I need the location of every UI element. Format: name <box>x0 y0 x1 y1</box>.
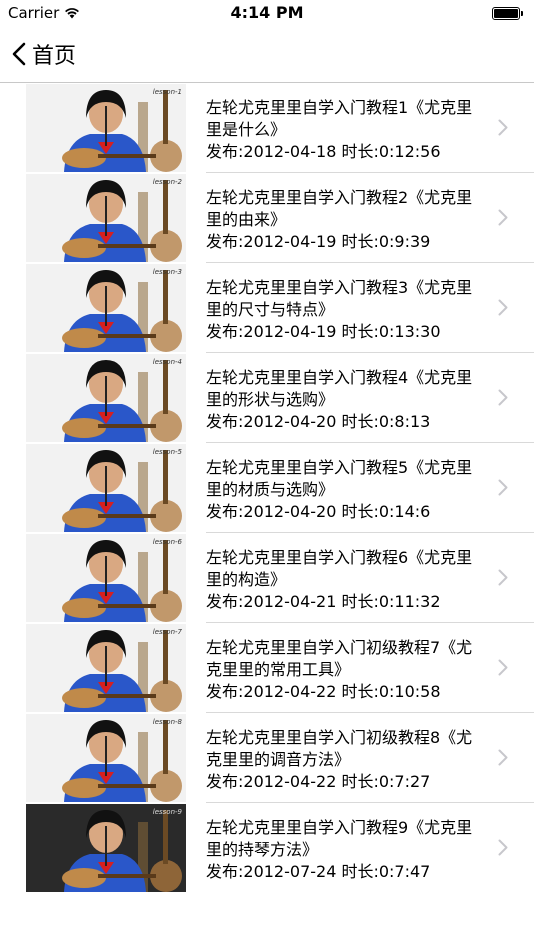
video-list-item[interactable]: lesson-7 左轮尤克里里自学入门初级教程7《尤克里里的常用工具》发布:201… <box>0 623 534 713</box>
lesson-badge: lesson-8 <box>153 718 183 726</box>
video-text: 左轮尤克里里自学入门初级教程7《尤克里里的常用工具》发布:2012-04-22 … <box>206 637 486 703</box>
chevron-right-icon <box>498 209 508 226</box>
video-text: 左轮尤克里里自学入门教程6《尤克里里的构造》发布:2012-04-21 时长:0… <box>206 547 486 613</box>
video-list-item[interactable]: lesson-3 左轮尤克里里自学入门教程3《尤克里里的尺寸与特点》发布:2012… <box>0 263 534 353</box>
video-meta: 发布:2012-04-18 时长:0:12:56 <box>206 142 441 161</box>
video-thumbnail: lesson-6 <box>26 534 186 622</box>
lesson-badge: lesson-9 <box>153 808 183 816</box>
status-time: 4:14 PM <box>230 3 304 22</box>
lesson-badge: lesson-1 <box>153 88 182 96</box>
video-title: 左轮尤克里里自学入门初级教程8《尤克里里的调音方法》 <box>206 728 473 769</box>
status-bar: Carrier 4:14 PM <box>0 0 534 28</box>
video-title: 左轮尤克里里自学入门教程2《尤克里里的由来》 <box>206 188 473 229</box>
back-button[interactable]: 首页 <box>12 38 76 70</box>
video-meta: 发布:2012-04-21 时长:0:11:32 <box>206 592 441 611</box>
chevron-right-icon <box>498 749 508 766</box>
video-text: 左轮尤克里里自学入门教程9《尤克里里的持琴方法》发布:2012-07-24 时长… <box>206 817 486 883</box>
video-list-item[interactable]: lesson-5 左轮尤克里里自学入门教程5《尤克里里的材质与选购》发布:2012… <box>0 443 534 533</box>
video-title: 左轮尤克里里自学入门教程9《尤克里里的持琴方法》 <box>206 818 473 859</box>
video-meta: 发布:2012-04-20 时长:0:8:13 <box>206 412 431 431</box>
lesson-badge: lesson-5 <box>153 448 183 456</box>
chevron-right-icon <box>498 839 508 856</box>
video-text: 左轮尤克里里自学入门初级教程8《尤克里里的调音方法》发布:2012-04-22 … <box>206 727 486 793</box>
video-list-item[interactable]: lesson-9 左轮尤克里里自学入门教程9《尤克里里的持琴方法》发布:2012-… <box>0 803 534 893</box>
video-list-item[interactable]: lesson-6 左轮尤克里里自学入门教程6《尤克里里的构造》发布:2012-04… <box>0 533 534 623</box>
back-label: 首页 <box>32 44 77 69</box>
navigation-bar: 首页 <box>0 28 534 83</box>
lesson-badge: lesson-6 <box>153 538 183 546</box>
lesson-badge: lesson-7 <box>153 628 183 636</box>
video-thumbnail: lesson-8 <box>26 714 186 802</box>
video-title: 左轮尤克里里自学入门教程6《尤克里里的构造》 <box>206 548 473 589</box>
chevron-right-icon <box>498 479 508 496</box>
battery-icon <box>492 7 526 22</box>
video-title: 左轮尤克里里自学入门教程5《尤克里里的材质与选购》 <box>206 458 473 499</box>
video-thumbnail: lesson-9 <box>26 804 186 892</box>
video-thumbnail: lesson-2 <box>26 174 186 262</box>
video-title: 左轮尤克里里自学入门教程4《尤克里里的形状与选购》 <box>206 368 473 409</box>
chevron-right-icon <box>498 389 508 406</box>
video-title: 左轮尤克里里自学入门初级教程7《尤克里里的常用工具》 <box>206 638 473 679</box>
video-meta: 发布:2012-04-20 时长:0:14:6 <box>206 502 431 521</box>
video-text: 左轮尤克里里自学入门教程4《尤克里里的形状与选购》发布:2012-04-20 时… <box>206 367 486 433</box>
video-text: 左轮尤克里里自学入门教程2《尤克里里的由来》发布:2012-04-19 时长:0… <box>206 187 486 253</box>
video-thumbnail: lesson-4 <box>26 354 186 442</box>
chevron-right-icon <box>498 299 508 316</box>
video-list: lesson-1 左轮尤克里里自学入门教程1《尤克里里是什么》发布:2012-04… <box>0 83 534 893</box>
chevron-right-icon <box>498 659 508 676</box>
video-thumbnail: lesson-1 <box>26 84 186 172</box>
video-meta: 发布:2012-04-22 时长:0:7:27 <box>206 772 431 791</box>
video-list-item[interactable]: lesson-1 左轮尤克里里自学入门教程1《尤克里里是什么》发布:2012-04… <box>0 83 534 173</box>
chevron-right-icon <box>498 119 508 136</box>
video-text: 左轮尤克里里自学入门教程1《尤克里里是什么》发布:2012-04-18 时长:0… <box>206 97 486 163</box>
lesson-badge: lesson-4 <box>153 358 182 366</box>
video-meta: 发布:2012-04-22 时长:0:10:58 <box>206 682 441 701</box>
video-meta: 发布:2012-04-19 时长:0:9:39 <box>206 232 431 251</box>
lesson-badge: lesson-3 <box>153 268 182 276</box>
video-thumbnail: lesson-5 <box>26 444 186 532</box>
video-text: 左轮尤克里里自学入门教程3《尤克里里的尺寸与特点》发布:2012-04-19 时… <box>206 277 486 343</box>
video-title: 左轮尤克里里自学入门教程3《尤克里里的尺寸与特点》 <box>206 278 473 319</box>
chevron-left-icon <box>12 42 26 66</box>
lesson-badge: lesson-2 <box>153 178 183 186</box>
chevron-right-icon <box>498 569 508 586</box>
video-list-item[interactable]: lesson-2 左轮尤克里里自学入门教程2《尤克里里的由来》发布:2012-04… <box>0 173 534 263</box>
video-text: 左轮尤克里里自学入门教程5《尤克里里的材质与选购》发布:2012-04-20 时… <box>206 457 486 523</box>
video-thumbnail: lesson-3 <box>26 264 186 352</box>
video-thumbnail: lesson-7 <box>26 624 186 712</box>
video-meta: 发布:2012-04-19 时长:0:13:30 <box>206 322 441 341</box>
video-meta: 发布:2012-07-24 时长:0:7:47 <box>206 862 431 881</box>
video-list-item[interactable]: lesson-8 左轮尤克里里自学入门初级教程8《尤克里里的调音方法》发布:201… <box>0 713 534 803</box>
video-list-item[interactable]: lesson-4 左轮尤克里里自学入门教程4《尤克里里的形状与选购》发布:2012… <box>0 353 534 443</box>
video-title: 左轮尤克里里自学入门教程1《尤克里里是什么》 <box>206 98 473 139</box>
